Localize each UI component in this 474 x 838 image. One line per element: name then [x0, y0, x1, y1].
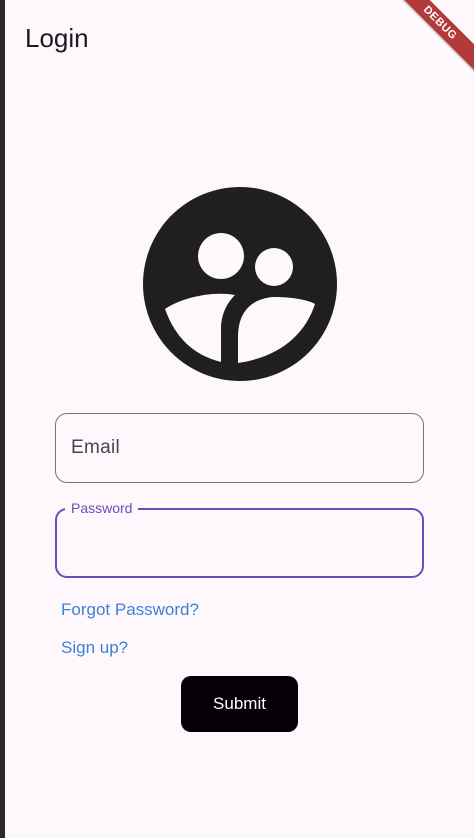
- email-field[interactable]: Email: [55, 413, 424, 483]
- forgot-password-link[interactable]: Forgot Password?: [61, 600, 199, 620]
- email-placeholder: Email: [71, 437, 121, 458]
- password-field[interactable]: Password: [55, 500, 424, 578]
- submit-button-label: Submit: [213, 694, 266, 713]
- account-circle-icon: [143, 187, 337, 381]
- page-title: Login: [25, 23, 89, 53]
- sign-up-link[interactable]: Sign up?: [61, 638, 128, 658]
- debug-banner: DEBUG: [384, 0, 474, 79]
- submit-button[interactable]: Submit: [181, 676, 298, 732]
- password-label: Password: [65, 500, 139, 516]
- login-screen: Login DEBUG Email Password Forgot Passwo…: [5, 0, 474, 838]
